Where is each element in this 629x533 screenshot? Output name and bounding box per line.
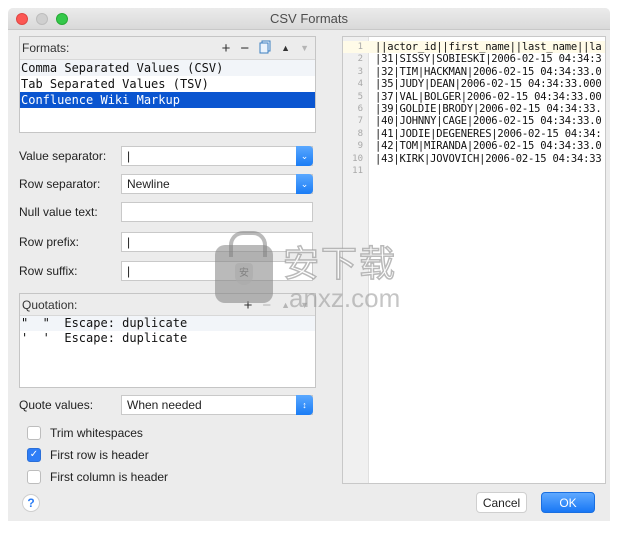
line-number: 3 [357,66,363,77]
quote-values-row: Quote values: When needed ↕ [19,395,314,415]
quotation-item[interactable]: ' ' Escape: duplicate [20,331,315,346]
formats-toolbar: + − ▲ ▼ [222,37,309,60]
line-text: |31|SISSY|SOBIESKI|2006-02-15 04:34:3 [375,53,602,66]
help-button[interactable]: ? [22,494,40,512]
editor-line[interactable]: 10 |43|KIRK|JOVOVICH|2006-02-15 04:34:33 [343,153,605,165]
move-down-icon[interactable]: ▼ [300,301,309,310]
move-up-icon[interactable]: ▲ [281,301,290,310]
quote-values-label: Quote values: [19,398,94,412]
null-value-label: Null value text: [19,205,98,219]
value-separator-row: Value separator: | ⌄ [19,146,314,166]
first-column-header-label: First column is header [50,470,169,484]
row-prefix-input[interactable]: | [121,232,313,252]
line-number: 1 [357,42,363,52]
line-text: |42|TOM|MIRANDA|2006-02-15 04:34:33.0 [375,140,602,153]
line-number: 10 [352,153,363,164]
quotation-label: Quotation: [22,298,78,312]
row-suffix-label: Row suffix: [19,264,78,278]
first-row-header-checkbox[interactable]: ✓ [27,448,41,462]
quotation-header: Quotation: + − ▲ ▼ [20,294,315,316]
row-separator-row: Row separator: Newline ⌄ [19,174,314,194]
first-column-header-checkbox[interactable] [27,470,41,484]
trim-whitespaces-row[interactable]: Trim whitespaces [27,425,143,441]
first-row-header-label: First row is header [50,448,149,462]
line-number: 2 [357,54,363,65]
quote-values-select[interactable]: When needed ↕ [121,395,313,415]
line-number: 11 [352,166,363,176]
null-value-row: Null value text: [19,202,314,222]
quotation-item[interactable]: " " Escape: duplicate [20,316,315,331]
line-text: |43|KIRK|JOVOVICH|2006-02-15 04:34:33 [375,152,602,165]
chevron-down-icon[interactable]: ⌄ [296,146,313,166]
move-down-icon[interactable]: ▼ [300,44,309,53]
line-number: 4 [357,79,363,90]
chevron-down-icon[interactable]: ⌄ [296,174,313,194]
line-number: 9 [357,141,363,152]
line-number: 7 [357,116,363,127]
first-row-header-row[interactable]: ✓ First row is header [27,447,149,463]
line-text: ||actor_id||first_name||last_name||la [375,41,602,53]
editor-line[interactable]: 11 [343,165,605,177]
line-number: 6 [357,104,363,114]
row-suffix-input[interactable]: | [121,261,313,281]
editor-line[interactable]: 6 |39|GOLDIE|BRODY|2006-02-15 04:34:33. [343,103,605,115]
editor-line[interactable]: 3 |32|TIM|HACKMAN|2006-02-15 04:34:33.0 [343,66,605,78]
line-text: |32|TIM|HACKMAN|2006-02-15 04:34:33.0 [375,65,602,78]
add-format-icon[interactable]: + [222,41,231,56]
copy-format-icon[interactable] [259,40,271,57]
line-text: |35|JUDY|DEAN|2006-02-15 04:34:33.000 [375,78,602,91]
editor-line[interactable]: 2 |31|SISSY|SOBIESKI|2006-02-15 04:34:3 [343,53,605,65]
remove-format-icon[interactable]: − [240,41,249,56]
quotation-panel: Quotation: + − ▲ ▼ " " Escape: duplicate… [19,293,316,388]
formats-label: Formats: [22,41,70,55]
editor-line[interactable]: 9 |42|TOM|MIRANDA|2006-02-15 04:34:33.0 [343,140,605,152]
quotation-toolbar: + − ▲ ▼ [244,294,309,317]
window-title: CSV Formats [269,11,348,26]
title-bar: CSV Formats [8,8,610,30]
row-suffix-row: Row suffix: | [19,261,314,281]
format-item-csv[interactable]: Comma Separated Values (CSV) [20,60,315,76]
trim-whitespaces-checkbox[interactable] [27,426,41,440]
add-quotation-icon[interactable]: + [244,298,253,313]
editor-line[interactable]: 1 ||actor_id||first_name||last_name||la [343,41,605,53]
value-separator-value: | [127,149,131,163]
remove-quotation-icon[interactable]: − [262,298,271,313]
row-prefix-row: Row prefix: | [19,232,314,252]
ok-button[interactable]: OK [541,492,595,513]
line-text: |41|JODIE|DEGENERES|2006-02-15 04:34: [375,127,602,140]
editor-line[interactable]: 5 |37|VAL|BOLGER|2006-02-15 04:34:33.00 [343,91,605,103]
formats-header: Formats: + − ▲ ▼ [20,37,315,60]
format-item-confluence[interactable]: Confluence Wiki Markup [20,92,315,108]
format-item-tsv[interactable]: Tab Separated Values (TSV) [20,76,315,92]
row-separator-value: Newline [127,177,170,191]
row-separator-combo[interactable]: Newline ⌄ [121,174,313,194]
line-text: |40|JOHNNY|CAGE|2006-02-15 04:34:33.0 [375,115,602,128]
formats-panel: Formats: + − ▲ ▼ Comma Separated Values … [19,36,316,133]
value-separator-label: Value separator: [19,149,107,163]
row-separator-label: Row separator: [19,177,101,191]
editor-line[interactable]: 4 |35|JUDY|DEAN|2006-02-15 04:34:33.000 [343,78,605,90]
line-text: |37|VAL|BOLGER|2006-02-15 04:34:33.00 [375,90,602,103]
move-up-icon[interactable]: ▲ [281,44,290,53]
value-separator-combo[interactable]: | ⌄ [121,146,313,166]
line-number: 8 [357,128,363,139]
line-number: 5 [357,91,363,102]
preview-editor[interactable]: 1 ||actor_id||first_name||last_name||la 2 |… [342,36,606,484]
first-column-header-row[interactable]: First column is header [27,469,168,485]
stepper-updown-icon[interactable]: ↕ [296,395,313,415]
trim-whitespaces-label: Trim whitespaces [50,426,143,440]
editor-line[interactable]: 8 |41|JODIE|DEGENERES|2006-02-15 04:34: [343,128,605,140]
row-prefix-label: Row prefix: [19,235,80,249]
quote-values-value: When needed [127,398,202,412]
line-text: |39|GOLDIE|BRODY|2006-02-15 04:34:33. [375,103,602,115]
csv-formats-dialog: CSV Formats Formats: + − ▲ ▼ Comma Separ… [8,8,610,521]
null-value-input[interactable] [121,202,313,222]
cancel-button[interactable]: Cancel [476,492,527,513]
editor-line[interactable]: 7 |40|JOHNNY|CAGE|2006-02-15 04:34:33.0 [343,115,605,127]
